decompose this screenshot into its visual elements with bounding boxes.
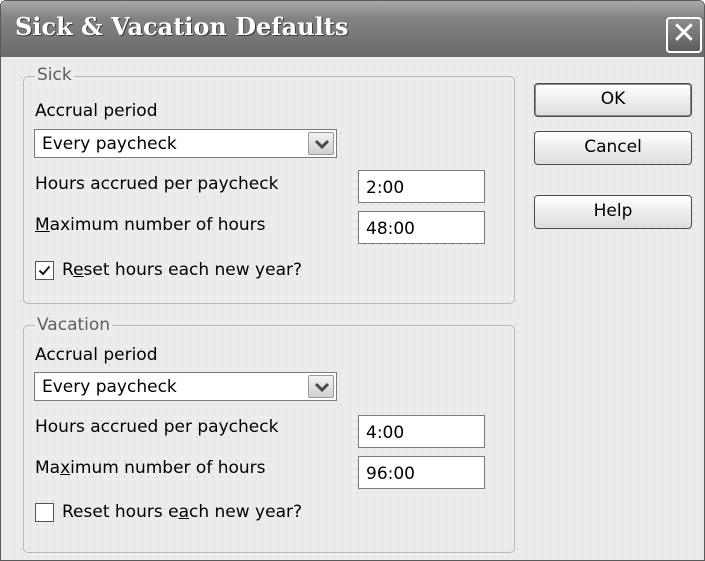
vacation-hours-accrued-value: 4:00 — [366, 423, 405, 443]
vacation-reset-label: Reset hours each new year? — [62, 502, 302, 522]
chevron-down-icon — [314, 382, 330, 393]
dialog-body: Sick Accrual period Every paycheck Hours… — [1, 57, 704, 560]
vacation-accrual-period-select[interactable]: Every paycheck — [34, 372, 337, 401]
vacation-accrual-period-value: Every paycheck — [42, 377, 177, 397]
vacation-reset-checkbox[interactable] — [35, 503, 54, 522]
ok-button[interactable]: OK — [534, 83, 692, 117]
sick-max-hours-label: Maximum number of hours — [35, 215, 266, 235]
title-bar[interactable]: Sick & Vacation Defaults ✕ — [1, 1, 704, 57]
sick-max-hours-input[interactable]: 48:00 — [358, 211, 485, 244]
help-button[interactable]: Help — [534, 195, 692, 229]
vacation-group-legend: Vacation — [35, 315, 113, 335]
sick-hours-accrued-input[interactable]: 2:00 — [358, 170, 485, 203]
sick-accrual-period-label: Accrual period — [35, 101, 158, 121]
vacation-max-hours-label: Maximum number of hours — [35, 458, 266, 478]
window-title: Sick & Vacation Defaults — [15, 12, 349, 41]
sick-accrual-dropdown-button[interactable] — [308, 132, 334, 155]
checkmark-icon — [38, 265, 51, 276]
vacation-max-hours-input[interactable]: 96:00 — [358, 456, 485, 489]
close-icon: ✕ — [671, 16, 697, 51]
close-button[interactable]: ✕ — [666, 17, 702, 53]
cancel-button[interactable]: Cancel — [534, 131, 692, 165]
chevron-down-icon — [314, 139, 330, 150]
vacation-accrual-dropdown-button[interactable] — [308, 375, 334, 398]
vacation-hours-accrued-input[interactable]: 4:00 — [358, 415, 485, 448]
sick-reset-label: Reset hours each new year? — [62, 260, 303, 280]
sick-group-legend: Sick — [35, 65, 74, 85]
vacation-max-hours-value: 96:00 — [366, 464, 415, 484]
dialog-window: Sick & Vacation Defaults ✕ Sick Accrual … — [0, 0, 705, 561]
sick-hours-accrued-label: Hours accrued per paycheck — [35, 174, 279, 194]
sick-accrual-period-select[interactable]: Every paycheck — [34, 129, 337, 158]
vacation-accrual-period-label: Accrual period — [35, 345, 158, 365]
vacation-hours-accrued-label: Hours accrued per paycheck — [35, 417, 279, 437]
sick-accrual-period-value: Every paycheck — [42, 134, 177, 154]
sick-max-hours-value: 48:00 — [366, 219, 415, 239]
sick-hours-accrued-value: 2:00 — [366, 178, 405, 198]
sick-reset-checkbox[interactable] — [35, 261, 54, 280]
